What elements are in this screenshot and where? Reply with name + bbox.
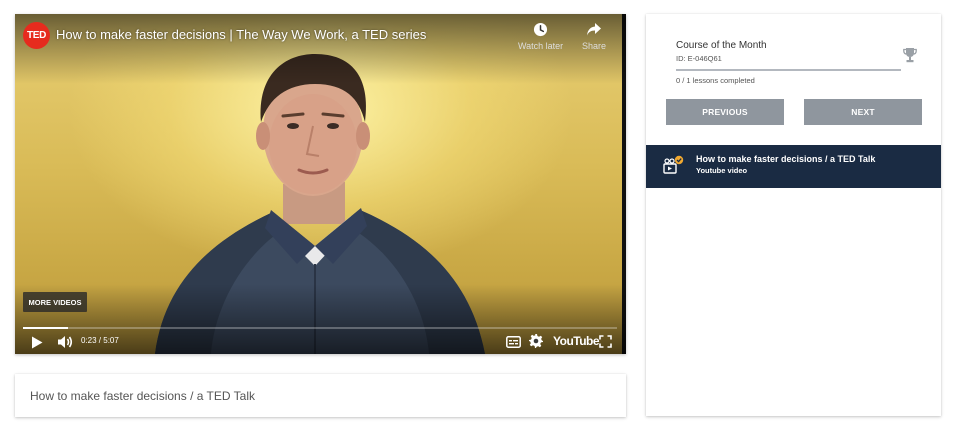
- settings-button[interactable]: [528, 333, 544, 349]
- play-icon: [32, 336, 43, 348]
- video-lesson-icon: [663, 155, 684, 174]
- lesson-title: How to make faster decisions / a TED Tal…: [696, 154, 876, 164]
- lesson-type: Youtube video: [696, 166, 748, 175]
- lessons-completed-text: 0 / 1 lessons completed: [676, 76, 755, 85]
- youtube-logo[interactable]: YouTube: [553, 333, 600, 349]
- share-arrow-icon: [587, 23, 602, 36]
- volume-button[interactable]: [56, 334, 74, 350]
- play-button[interactable]: [29, 334, 45, 350]
- lesson-caption-card: How to make faster decisions / a TED Tal…: [15, 374, 626, 417]
- fullscreen-button[interactable]: [598, 334, 612, 348]
- previous-button[interactable]: PREVIOUS: [666, 99, 784, 125]
- clock-icon: [534, 22, 548, 37]
- video-title[interactable]: How to make faster decisions | The Way W…: [56, 27, 426, 42]
- channel-logo[interactable]: TED: [23, 22, 50, 49]
- share-button[interactable]: Share: [582, 22, 606, 51]
- video-progress-bar[interactable]: [23, 327, 617, 329]
- video-progress-played: [23, 327, 68, 329]
- lesson-item[interactable]: How to make faster decisions / a TED Tal…: [646, 145, 941, 188]
- share-label: Share: [582, 41, 607, 51]
- course-title: Course of the Month: [676, 40, 767, 51]
- volume-icon: [58, 336, 73, 348]
- video-time-display: 0:23 / 5:07: [81, 336, 119, 345]
- watch-later-label: Watch later: [518, 41, 564, 51]
- video-player[interactable]: TED How to make faster decisions | The W…: [15, 14, 626, 354]
- subtitles-icon: [505, 336, 521, 348]
- course-id: ID: E-046Q61: [676, 54, 722, 63]
- lesson-caption-text: How to make faster decisions / a TED Tal…: [30, 388, 255, 403]
- subtitles-button[interactable]: [505, 335, 521, 349]
- fullscreen-icon: [598, 334, 612, 348]
- watch-later-button[interactable]: Watch later: [518, 22, 563, 51]
- course-progress-line: [676, 69, 901, 71]
- next-button[interactable]: NEXT: [804, 99, 922, 125]
- gear-icon: [529, 334, 543, 348]
- trophy-icon: [903, 48, 917, 63]
- course-panel: Course of the Month ID: E-046Q61 0 / 1 l…: [646, 14, 941, 416]
- more-videos-button[interactable]: MORE VIDEOS: [23, 292, 87, 312]
